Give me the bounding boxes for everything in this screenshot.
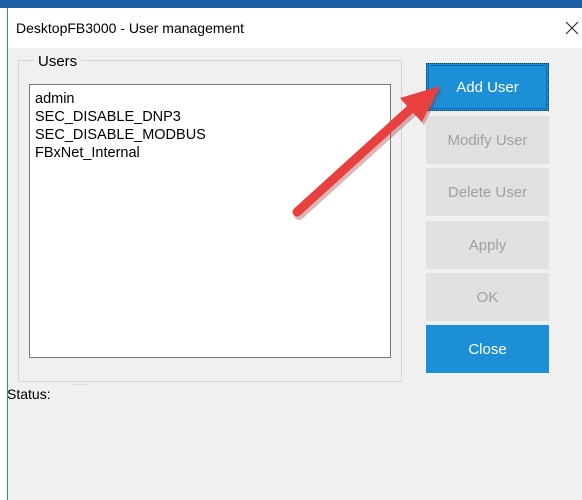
close-button[interactable]: Close [426,325,549,373]
status-value [72,384,88,391]
status-label: Status: [7,386,51,402]
background-window-strip [0,0,582,8]
users-group-label: Users [34,53,82,70]
close-icon[interactable] [562,14,582,42]
delete-user-button[interactable]: Delete User [426,168,549,216]
window-title: DesktopFB3000 - User management [16,20,244,36]
title-bar[interactable]: DesktopFB3000 - User management [8,8,582,48]
list-item[interactable]: admin [35,90,390,108]
ok-button[interactable]: OK [426,273,549,321]
list-item[interactable]: SEC_DISABLE_DNP3 [35,108,390,126]
modify-user-button[interactable]: Modify User [426,116,549,164]
list-item[interactable]: FBxNet_Internal [35,144,390,162]
apply-button[interactable]: Apply [426,221,549,269]
users-listbox[interactable]: admin SEC_DISABLE_DNP3 SEC_DISABLE_MODBU… [29,84,391,358]
list-item[interactable]: SEC_DISABLE_MODBUS [35,126,390,144]
add-user-button[interactable]: Add User [426,63,549,111]
